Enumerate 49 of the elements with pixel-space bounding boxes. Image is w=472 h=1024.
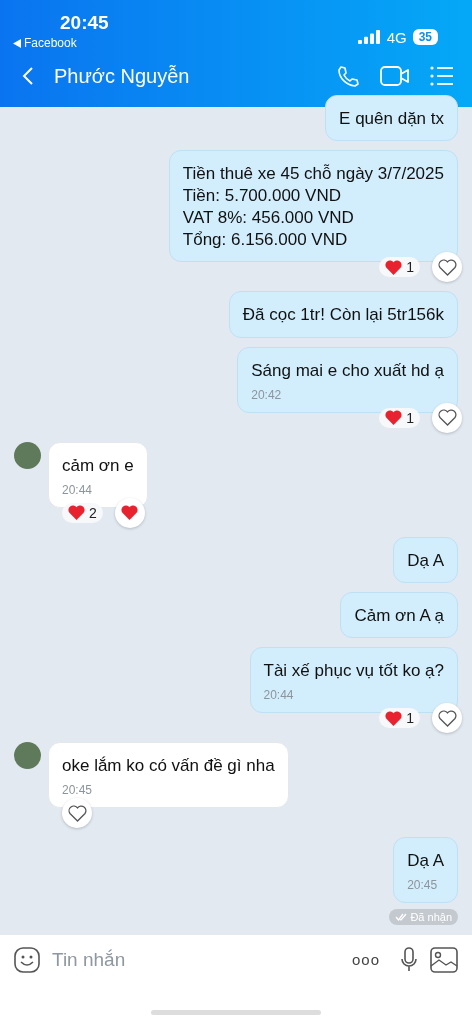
- more-button[interactable]: ooo: [343, 947, 388, 972]
- video-call-icon[interactable]: [380, 65, 410, 87]
- double-check-icon: [395, 913, 408, 922]
- message-text: Dạ A: [407, 549, 444, 572]
- avatar: [14, 742, 41, 770]
- reaction-badge[interactable]: 1: [379, 708, 420, 729]
- message-text: oke lắm ko có vấn đề gì nha: [62, 755, 275, 778]
- microphone-icon[interactable]: [400, 947, 418, 973]
- avatar: [14, 441, 41, 469]
- heart-icon: [385, 710, 403, 726]
- like-button[interactable]: [432, 703, 462, 734]
- heart-icon: [121, 505, 139, 521]
- like-button[interactable]: [432, 252, 462, 283]
- message-time: 20:45: [62, 783, 94, 798]
- heart-icon: [67, 804, 87, 822]
- read-receipt-text: Đã nhận: [410, 911, 452, 924]
- back-app-link[interactable]: Facebook: [24, 36, 77, 50]
- sticker-icon[interactable]: [14, 947, 40, 973]
- message-text: Cảm ơn A ạ: [354, 604, 444, 627]
- message-time: 20:42: [251, 387, 283, 402]
- phone-icon[interactable]: [336, 64, 360, 88]
- contact-name: Phước Nguyễn: [54, 64, 191, 88]
- heart-icon: [385, 410, 403, 426]
- back-button[interactable]: [22, 66, 34, 86]
- message-time: 20:44: [62, 482, 94, 497]
- heart-icon: [385, 259, 403, 275]
- heart-icon: [68, 505, 85, 521]
- like-button[interactable]: [432, 402, 462, 433]
- message-text: Đã cọc 1tr! Còn lại 5tr156k: [242, 304, 444, 327]
- back-triangle-icon: [13, 38, 21, 48]
- message-text: Dạ A: [407, 850, 444, 873]
- message-time: 20:45: [407, 878, 439, 893]
- menu-icon[interactable]: [430, 66, 454, 86]
- signal-icon: [357, 30, 381, 44]
- heart-icon: [437, 709, 457, 727]
- reaction-badge[interactable]: 1: [379, 257, 420, 278]
- message-text: Tài xế phục vụ tốt ko ạ?: [263, 659, 444, 682]
- message-time: 20:44: [263, 688, 295, 703]
- message-text: cảm ơn e: [62, 454, 134, 477]
- message-text: Sáng mai e cho xuất hd ạ: [251, 359, 444, 382]
- like-button[interactable]: [62, 798, 92, 829]
- message-text: Tiền thuê xe 45 chỗ ngày 3/7/2025 Tiền: 5.700.000 VND VAT 8%: 456.000 VND Tổng: 6.156.000 VND: [182, 163, 444, 252]
- heart-icon: [437, 258, 457, 276]
- network-type: 4G: [386, 28, 407, 46]
- battery-level: 35: [412, 29, 438, 45]
- clock-time: 20:45: [60, 12, 109, 34]
- message-text: E quên dặn tx: [339, 108, 444, 130]
- image-icon[interactable]: [430, 947, 458, 973]
- heart-icon: [437, 409, 457, 427]
